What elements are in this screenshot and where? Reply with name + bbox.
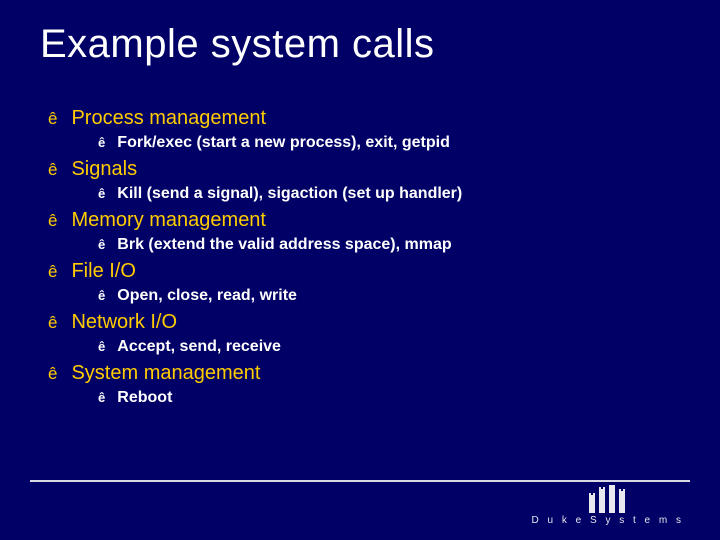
subbullet-label: Kill (send a signal), sigaction (set up …: [117, 185, 462, 203]
bullet-glyph: ê: [98, 135, 105, 150]
bullet-label: File I/O: [71, 260, 135, 283]
bullet-glyph: ê: [48, 211, 57, 231]
bullet-label: System management: [71, 362, 260, 385]
bullet-label: Process management: [71, 107, 266, 130]
subbullet-memory-management: ê Brk (extend the valid address space), …: [98, 236, 720, 254]
subbullet-system-management: ê Reboot: [98, 389, 720, 407]
bullet-file-io: ê File I/O: [48, 260, 720, 283]
bullet-glyph: ê: [98, 288, 105, 303]
bullet-glyph: ê: [98, 186, 105, 201]
subbullet-network-io: ê Accept, send, receive: [98, 338, 720, 356]
bullet-glyph: ê: [48, 160, 57, 180]
bullet-glyph: ê: [48, 364, 57, 384]
bullet-label: Memory management: [71, 209, 266, 232]
subbullet-label: Accept, send, receive: [117, 338, 281, 356]
footer-logo: D u k e S y s t e m s: [532, 485, 684, 526]
slide: Example system calls ê Process managemen…: [0, 0, 720, 540]
footer-brand-text: D u k e S y s t e m s: [532, 515, 684, 526]
bullet-memory-management: ê Memory management: [48, 209, 720, 232]
bullet-process-management: ê Process management: [48, 107, 720, 130]
bullet-glyph: ê: [98, 237, 105, 252]
subbullet-label: Fork/exec (start a new process), exit, g…: [117, 134, 450, 152]
duke-towers-icon: [585, 485, 631, 513]
bullet-label: Signals: [71, 158, 137, 181]
bullet-glyph: ê: [48, 262, 57, 282]
bullet-glyph: ê: [48, 109, 57, 129]
bullet-glyph: ê: [98, 390, 105, 405]
subbullet-process-management: ê Fork/exec (start a new process), exit,…: [98, 134, 720, 152]
bullet-glyph: ê: [48, 313, 57, 333]
slide-body: ê Process management ê Fork/exec (start …: [0, 67, 720, 407]
bullet-glyph: ê: [98, 339, 105, 354]
bullet-network-io: ê Network I/O: [48, 311, 720, 334]
subbullet-label: Brk (extend the valid address space), mm…: [117, 236, 451, 254]
bullet-signals: ê Signals: [48, 158, 720, 181]
subbullet-signals: ê Kill (send a signal), sigaction (set u…: [98, 185, 720, 203]
bullet-system-management: ê System management: [48, 362, 720, 385]
subbullet-file-io: ê Open, close, read, write: [98, 287, 720, 305]
subbullet-label: Reboot: [117, 389, 172, 407]
subbullet-label: Open, close, read, write: [117, 287, 297, 305]
footer-divider: [30, 480, 690, 482]
bullet-label: Network I/O: [71, 311, 177, 334]
slide-title: Example system calls: [0, 0, 720, 67]
